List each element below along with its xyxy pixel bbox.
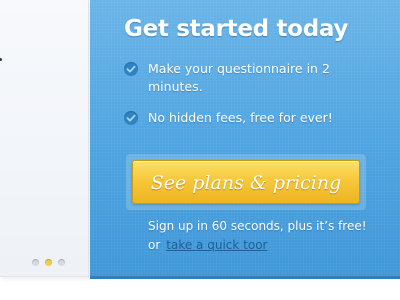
- slider-dot[interactable]: [58, 259, 65, 266]
- slider-dot-active[interactable]: [45, 259, 52, 266]
- check-icon: [124, 111, 138, 125]
- feature-item: No hidden fees, free for ever!: [124, 109, 374, 127]
- quick-tour-link[interactable]: take a quick toor: [166, 238, 267, 252]
- check-icon: [124, 62, 138, 76]
- feature-text: No hidden fees, free for ever!: [148, 110, 333, 125]
- get-started-panel: Get started today Make your questionnair…: [90, 0, 400, 279]
- page: Get started today Make your questionnair…: [0, 0, 400, 300]
- slider-dot[interactable]: [32, 259, 39, 266]
- slider-dots: [32, 259, 65, 266]
- slide-edge-marker: [0, 58, 2, 61]
- signup-text: Sign up in 60 seconds, plus it’s free!: [148, 219, 367, 233]
- panel-title: Get started today: [124, 16, 349, 42]
- cta-button-frame: See plans & pricing: [126, 154, 366, 210]
- signup-note: Sign up in 60 seconds, plus it’s free! o…: [148, 217, 388, 255]
- feature-text: Make your questionnaire in 2 minutes.: [148, 61, 330, 94]
- feature-item: Make your questionnaire in 2 minutes.: [124, 60, 374, 96]
- see-plans-pricing-button[interactable]: See plans & pricing: [132, 160, 360, 204]
- feature-list: Make your questionnaire in 2 minutes. No…: [124, 60, 374, 140]
- or-text: or: [148, 238, 161, 252]
- tour-line: or take a quick toor: [148, 236, 388, 255]
- previous-slide-card: [0, 0, 89, 277]
